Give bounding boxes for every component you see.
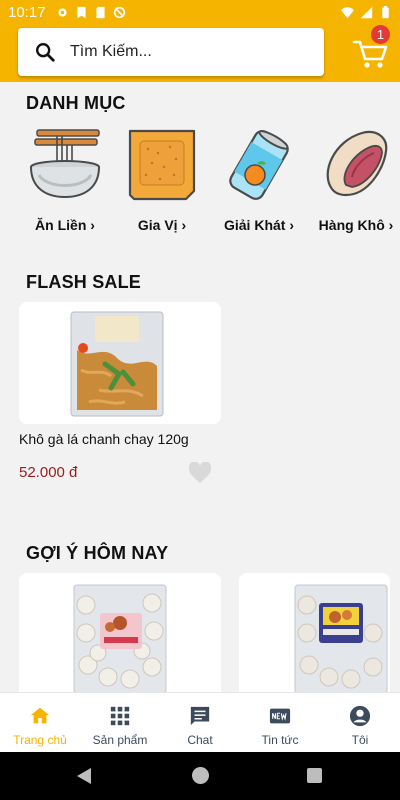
categories-title: DANH MỤC xyxy=(26,93,126,113)
wifi-status-icon xyxy=(341,6,354,18)
favorite-heart-icon[interactable] xyxy=(188,462,212,484)
home-content[interactable]: DANH MỤC Ăn Liền › Gia Vị › Giải Khát › … xyxy=(0,82,400,692)
status-bar: 10:17 xyxy=(0,0,400,24)
back-icon[interactable] xyxy=(75,767,93,785)
product-name[interactable]: Khô gà lá chanh chay 120g xyxy=(19,431,189,447)
account-icon xyxy=(349,705,371,727)
seasoning-packet-icon xyxy=(128,129,196,201)
bookmark-status-icon xyxy=(76,6,86,18)
search-bar[interactable] xyxy=(18,28,324,76)
category-label: Hàng Khô › xyxy=(318,217,394,233)
product-card[interactable] xyxy=(239,573,390,692)
cart-badge: 1 xyxy=(371,25,390,44)
category-label: Gia Vị › xyxy=(137,217,187,233)
nav-label: Sản phẩm xyxy=(92,733,148,747)
cell-signal-status-icon xyxy=(360,6,373,18)
search-input[interactable] xyxy=(70,43,290,61)
category-label: Ăn Liền › xyxy=(35,217,95,233)
sd-card-status-icon xyxy=(95,6,105,18)
recent-apps-icon[interactable] xyxy=(307,768,322,783)
product-price: 52.000 đ xyxy=(19,464,78,481)
nav-products[interactable]: Sản phẩm xyxy=(80,693,160,752)
system-navigation-bar xyxy=(0,752,400,800)
nav-chat[interactable]: Chat xyxy=(160,693,240,752)
noodle-bowl-icon xyxy=(30,129,100,199)
product-card[interactable] xyxy=(19,302,221,424)
nav-news[interactable]: Tin tức xyxy=(240,693,320,752)
category-hang-kho[interactable]: Hàng Khô › xyxy=(308,127,400,233)
status-time: 10:17 xyxy=(8,3,46,21)
product-image xyxy=(70,311,164,417)
category-label: Giải Khát › xyxy=(223,217,294,233)
nav-label: Tôi xyxy=(351,733,369,747)
nav-home[interactable]: Trang chủ xyxy=(0,693,80,752)
flash-sale-title: FLASH SALE xyxy=(26,272,142,292)
search-icon xyxy=(36,43,55,62)
pistachio-icon xyxy=(326,130,388,197)
news-icon xyxy=(269,708,291,724)
chat-icon xyxy=(190,706,210,726)
category-giai-khat[interactable]: Giải Khát › xyxy=(211,127,307,233)
nav-label: Trang chủ xyxy=(13,733,67,747)
product-card[interactable] xyxy=(19,573,221,692)
drink-can-icon xyxy=(229,130,289,200)
no-signal-status-icon xyxy=(113,6,125,18)
nav-label: Tin tức xyxy=(261,733,299,747)
battery-status-icon xyxy=(382,5,389,18)
category-an-lien[interactable]: Ăn Liền › xyxy=(17,127,113,233)
home-icon xyxy=(30,707,50,724)
nav-label: Chat xyxy=(187,733,213,747)
grid-icon xyxy=(110,706,130,726)
nav-account[interactable]: Tôi xyxy=(320,693,400,752)
category-gia-vi[interactable]: Gia Vị › xyxy=(114,127,210,233)
product-image xyxy=(73,584,167,692)
home-system-icon[interactable] xyxy=(192,767,209,784)
app-header xyxy=(0,24,400,82)
suggestions-title: GỢI Ý HÔM NAY xyxy=(26,543,169,563)
product-image xyxy=(294,584,388,692)
settings-status-icon xyxy=(57,7,67,17)
bottom-navigation: Trang chủ Sản phẩm Chat Tin tức Tôi xyxy=(0,692,400,752)
